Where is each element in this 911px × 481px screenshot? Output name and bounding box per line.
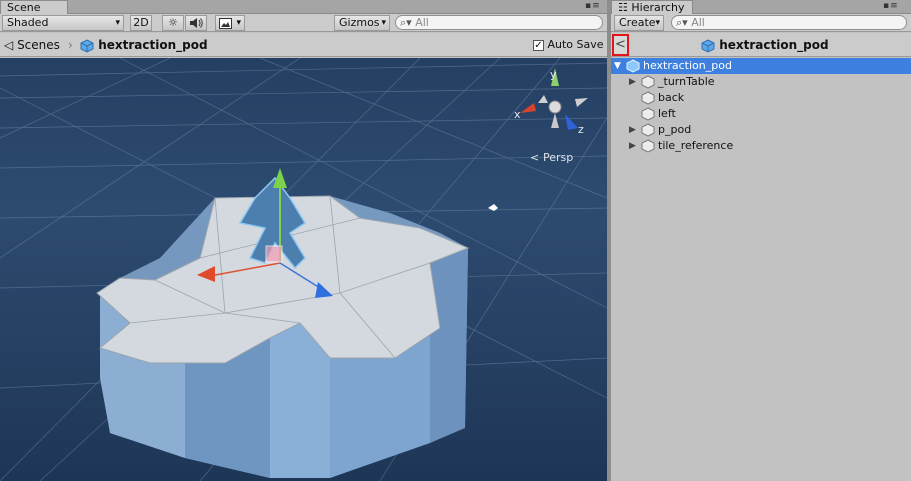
search-icon: ⌕▾ (676, 16, 688, 29)
scene-render: y x z < Persp (0, 58, 607, 481)
tree-item-p-pod[interactable]: ▶ p_pod (611, 122, 911, 138)
lighting-toggle[interactable]: ☼ (162, 15, 184, 31)
tree-item-turntable[interactable]: ▶ _turnTable (611, 74, 911, 90)
tree-item-left[interactable]: left (611, 106, 911, 122)
prefab-header-title: hextraction_pod (701, 37, 829, 53)
create-dropdown[interactable]: Create (614, 15, 664, 31)
shading-mode-dropdown[interactable]: Shaded (2, 15, 124, 31)
tree-item-tile-reference[interactable]: ▶ tile_reference (611, 138, 911, 154)
breadcrumb-scenes-label: Scenes (17, 38, 60, 52)
sun-icon: ☼ (168, 16, 178, 29)
chevron-left-icon: < (615, 37, 626, 52)
collapse-arrow-icon[interactable]: ▶ (629, 138, 636, 154)
mode-2d-button[interactable]: 2D (130, 15, 152, 31)
speaker-icon (190, 18, 203, 28)
tree-item-label: back (658, 91, 685, 104)
scene-tabbar: Scene ▪≡ (0, 0, 607, 14)
tree-item-label: hextraction_pod (643, 59, 732, 72)
prefab-header-label: hextraction_pod (719, 38, 829, 52)
search-icon: ⌕▾ (400, 16, 412, 29)
axis-y-label: y (550, 68, 557, 81)
scene-viewport[interactable]: y x z < Persp (0, 58, 607, 481)
prefab-header: < hextraction_pod (611, 33, 911, 57)
scene-search-input[interactable]: ⌕▾ All (395, 15, 603, 30)
axis-z-label: z (578, 123, 584, 136)
scene-tab-menu-icon[interactable]: ▪≡ (585, 1, 601, 11)
tree-item-hextraction-pod[interactable]: ▼ hextraction_pod (611, 58, 911, 74)
tab-scene[interactable]: Scene (0, 0, 68, 14)
scene-panel: Scene ▪≡ Shaded 2D ☼ Gizmos (0, 0, 607, 481)
hierarchy-tree: ▼ hextraction_pod ▶ _turnTable back left (611, 58, 911, 154)
hierarchy-tabbar: ☷ Hierarchy ▪≡ (611, 0, 911, 14)
audio-toggle[interactable] (185, 15, 207, 31)
prefab-cube-icon (626, 59, 640, 73)
scene-breadcrumb: ◁ Scenes › hextraction_pod ✓ Auto Save (0, 33, 607, 57)
image-icon (219, 18, 232, 29)
tab-hierarchy-label: Hierarchy (631, 1, 685, 14)
tree-item-label: tile_reference (658, 139, 734, 152)
mode-2d-label: 2D (133, 16, 149, 29)
unity-logo-icon: ◁ (4, 38, 14, 52)
hierarchy-panel: ☷ Hierarchy ▪≡ Create ⌕▾ All < hextracti… (611, 0, 911, 481)
effects-dropdown[interactable] (215, 15, 245, 31)
create-label: Create (619, 16, 656, 29)
collapse-arrow-icon[interactable]: ▶ (629, 74, 636, 90)
gameobject-cube-icon (641, 75, 655, 89)
gameobject-cube-icon (641, 91, 655, 105)
breadcrumb-prefab-label: hextraction_pod (98, 38, 208, 52)
tab-hierarchy[interactable]: ☷ Hierarchy (611, 0, 693, 14)
hierarchy-search-input[interactable]: ⌕▾ All (671, 15, 907, 30)
tree-item-label: left (658, 107, 676, 120)
scene-search-placeholder: All (415, 16, 429, 29)
shading-mode-label: Shaded (7, 16, 49, 29)
auto-save-checkbox[interactable]: ✓ (533, 39, 544, 51)
expand-arrow-icon[interactable]: ▼ (614, 58, 621, 74)
tree-item-label: p_pod (658, 123, 692, 136)
breadcrumb-scenes[interactable]: ◁ Scenes (4, 37, 60, 53)
tree-item-back[interactable]: back (611, 90, 911, 106)
hierarchy-tab-menu-icon[interactable]: ▪≡ (883, 1, 899, 11)
prefab-cube-icon (80, 38, 94, 53)
gameobject-cube-icon (641, 123, 655, 137)
projection-arrow-icon: < (530, 151, 539, 164)
tab-scene-label: Scene (7, 1, 41, 14)
auto-save-toggle[interactable]: ✓ Auto Save (533, 37, 604, 53)
hierarchy-list-icon: ☷ (618, 1, 628, 14)
gizmos-dropdown[interactable]: Gizmos (334, 15, 390, 31)
scene-toolbar: Shaded 2D ☼ Gizmos ⌕▾ All (0, 14, 607, 32)
hierarchy-search-placeholder: All (691, 16, 705, 29)
projection-label[interactable]: Persp (543, 151, 573, 164)
back-button[interactable]: < (612, 34, 629, 56)
auto-save-label: Auto Save (547, 38, 604, 51)
prefab-cube-icon (701, 38, 715, 53)
collapse-arrow-icon[interactable]: ▶ (629, 122, 636, 138)
breadcrumb-separator: › (68, 38, 73, 52)
gameobject-cube-icon (641, 139, 655, 153)
axis-x-label: x (514, 108, 521, 121)
gameobject-cube-icon (641, 107, 655, 121)
tree-item-label: _turnTable (658, 75, 715, 88)
hierarchy-toolbar: Create ⌕▾ All (611, 14, 911, 32)
gizmos-label: Gizmos (339, 16, 380, 29)
breadcrumb-prefab[interactable]: hextraction_pod (80, 37, 208, 53)
